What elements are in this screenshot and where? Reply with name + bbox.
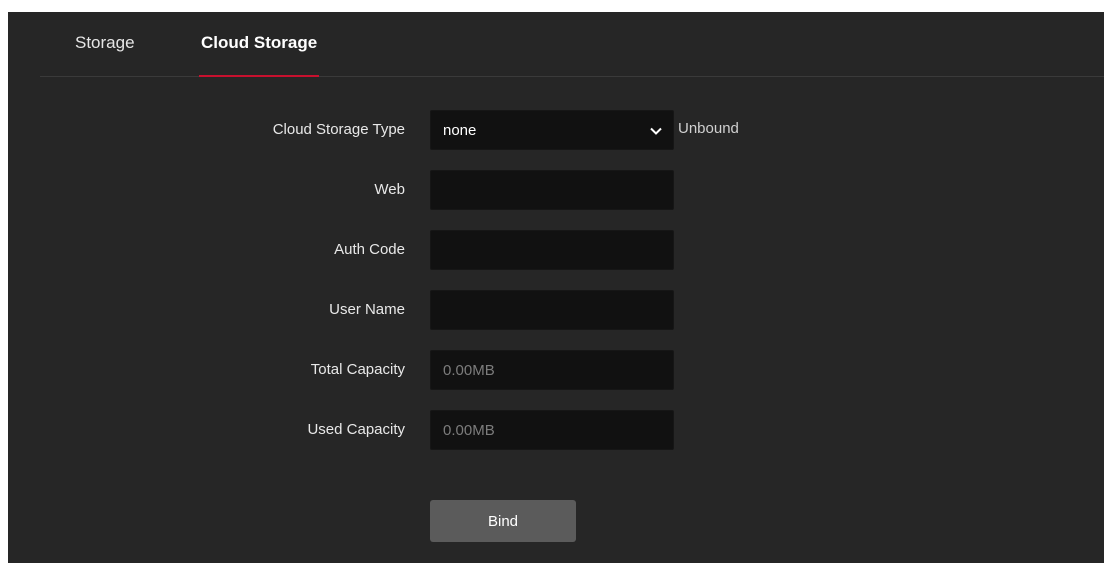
cloud-storage-type-select[interactable]: none <box>430 110 674 150</box>
tab-cloud-storage[interactable]: Cloud Storage <box>199 12 320 77</box>
total-capacity-field <box>430 350 674 390</box>
chevron-down-icon <box>650 127 662 135</box>
bind-status-text: Unbound <box>678 120 739 137</box>
auth-code-label: Auth Code <box>334 241 405 258</box>
tab-bar: Storage Cloud Storage <box>40 12 1104 77</box>
used-capacity-row: Used Capacity <box>8 410 1104 450</box>
bind-button[interactable]: Bind <box>430 500 576 542</box>
active-tab-indicator <box>199 75 320 77</box>
cloud-storage-type-label: Cloud Storage Type <box>272 121 405 138</box>
cloud-storage-type-row: Cloud Storage Type none Unbound <box>8 110 1104 150</box>
web-field[interactable] <box>430 170 674 210</box>
auth-code-field[interactable] <box>430 230 674 270</box>
total-capacity-label: Total Capacity <box>310 361 405 378</box>
web-row: Web <box>8 170 1104 210</box>
web-label: Web <box>374 181 405 198</box>
user-name-label: User Name <box>329 301 405 318</box>
user-name-field[interactable] <box>430 290 674 330</box>
auth-code-row: Auth Code <box>8 230 1104 270</box>
total-capacity-row: Total Capacity <box>8 350 1104 390</box>
tab-cloud-storage-label: Cloud Storage <box>201 33 318 52</box>
used-capacity-label: Used Capacity <box>307 421 405 438</box>
used-capacity-field <box>430 410 674 450</box>
cloud-storage-type-value: none <box>443 122 477 139</box>
user-name-row: User Name <box>8 290 1104 330</box>
cloud-storage-panel: Storage Cloud Storage Cloud Storage Type… <box>8 12 1104 563</box>
tab-storage[interactable]: Storage <box>75 12 135 76</box>
